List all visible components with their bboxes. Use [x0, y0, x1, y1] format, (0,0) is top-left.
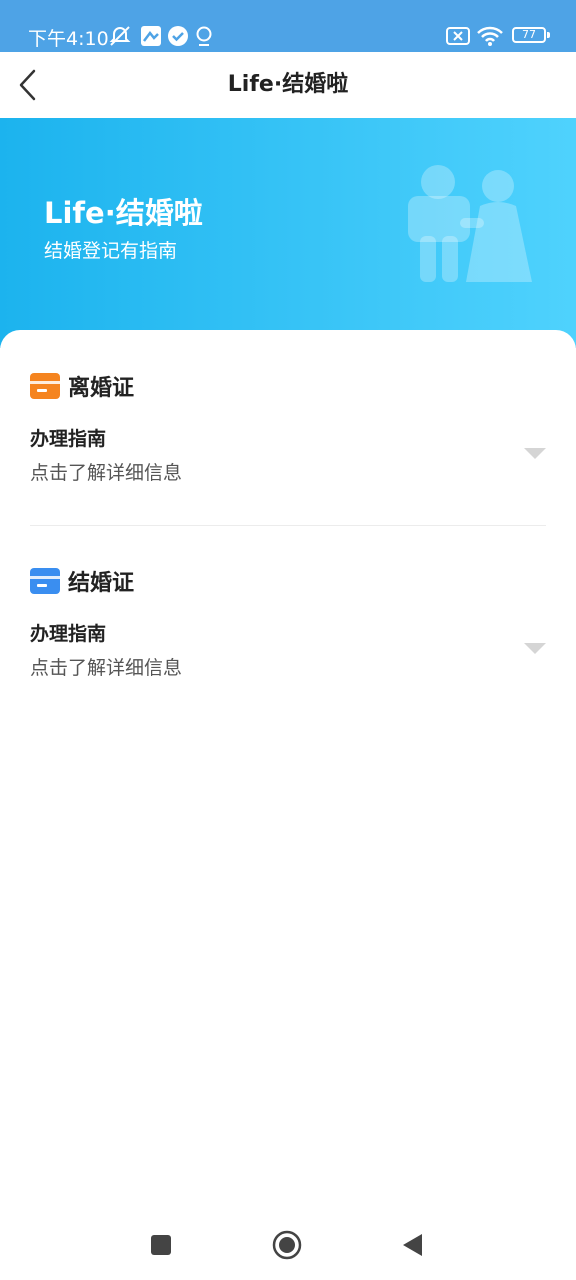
home-button[interactable] [272, 1230, 302, 1264]
guide-description: 点击了解详细信息 [30, 657, 183, 679]
back-icon [403, 1234, 422, 1256]
system-nav-bar [0, 1210, 576, 1280]
marriage-certificate-icon [30, 568, 60, 594]
banner-subtitle: 结婚登记有指南 [44, 240, 178, 262]
recent-apps-button[interactable] [150, 1234, 172, 1260]
dropdown-arrow-icon[interactable] [524, 643, 546, 654]
dropdown-arrow-icon[interactable] [524, 448, 546, 459]
guide-title: 办理指南 [30, 623, 107, 645]
status-time: 下午4:10 [28, 28, 109, 50]
couple-illustration [408, 165, 532, 282]
page-title: Life·结婚啦 [227, 72, 349, 97]
mute-alarm-icon [108, 25, 132, 51]
content-card: 离婚证 办理指南 点击了解详细信息 结婚证 办理指南 点击了解详细信息 [0, 330, 576, 1210]
sim-error-icon [446, 26, 470, 50]
hero-banner: Life·结婚啦 结婚登记有指南 [0, 118, 576, 348]
guide-description: 点击了解详细信息 [30, 462, 183, 484]
battery-icon: 77 [512, 27, 550, 43]
marriage-guide-row[interactable]: 办理指南 点击了解详细信息 [30, 619, 546, 685]
status-bar: 下午4:10 77 [0, 0, 576, 52]
system-back-button[interactable] [400, 1232, 424, 1262]
app-notification-icon [140, 25, 162, 51]
back-button[interactable] [12, 64, 52, 106]
location-icon [195, 25, 213, 51]
nav-bar: Life·结婚啦 [0, 52, 576, 118]
section-title: 结婚证 [68, 571, 135, 596]
chevron-left-icon [19, 69, 36, 101]
divorce-guide-row[interactable]: 办理指南 点击了解详细信息 [30, 424, 546, 490]
banner-title: Life·结婚啦 [44, 196, 203, 230]
guide-title: 办理指南 [30, 428, 107, 450]
divorce-certificate-icon [30, 373, 60, 399]
check-badge-icon [167, 25, 189, 51]
section-title: 离婚证 [68, 376, 135, 401]
home-icon [272, 1230, 302, 1260]
section-divider [30, 525, 546, 526]
wifi-icon [476, 25, 504, 51]
recent-apps-icon [151, 1235, 171, 1255]
